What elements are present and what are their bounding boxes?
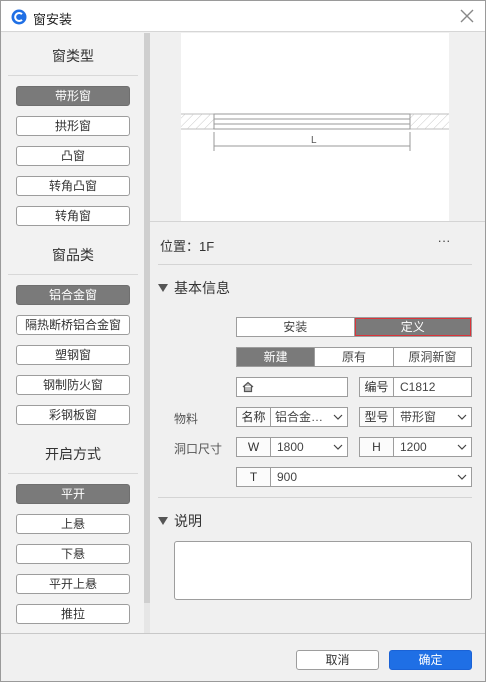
divider bbox=[8, 75, 138, 76]
opening-sliding[interactable]: 推拉 bbox=[16, 604, 130, 624]
close-icon[interactable] bbox=[457, 6, 477, 26]
category-sidebar: 窗类型 带形窗 拱形窗 凸窗 转角凸窗 转角窗 窗品类 铝合金窗 隔热断桥铝合金… bbox=[2, 33, 144, 633]
chevron-down-icon bbox=[453, 468, 471, 486]
mode-tabs: 安装 定义 bbox=[236, 317, 472, 337]
sill-height-label: T bbox=[237, 468, 271, 486]
properties-panel: L 位置：1F ··· 基本信息 安装 定义 新建 原有 原洞新窗 编号 C18 bbox=[150, 33, 485, 633]
divider bbox=[158, 264, 472, 265]
width-label: W bbox=[237, 438, 271, 456]
window-preview: L bbox=[181, 33, 449, 221]
chevron-down-icon bbox=[329, 408, 347, 426]
sill-height-value: 900 bbox=[277, 470, 298, 484]
section-title-opening-mode: 开启方式 bbox=[45, 446, 101, 462]
chevron-down-icon bbox=[329, 438, 347, 456]
basic-info-title: 基本信息 bbox=[174, 280, 230, 296]
material-name-label: 名称 bbox=[237, 408, 271, 426]
notes-textarea[interactable] bbox=[174, 541, 472, 600]
category-upvc[interactable]: 塑钢窗 bbox=[16, 345, 130, 365]
chevron-down-icon bbox=[453, 408, 471, 426]
collapse-triangle-icon bbox=[158, 517, 168, 525]
width-value: 1800 bbox=[277, 440, 304, 454]
sill-height-select[interactable]: T 900 bbox=[236, 467, 472, 487]
opening-casement[interactable]: 平开 bbox=[16, 484, 130, 504]
source-tabs: 新建 原有 原洞新窗 bbox=[236, 347, 472, 367]
number-label: 编号 bbox=[360, 378, 394, 396]
window-title: 窗安装 bbox=[33, 12, 73, 27]
height-value: 1200 bbox=[400, 440, 427, 454]
cancel-button[interactable]: 取消 bbox=[296, 650, 379, 670]
number-field[interactable]: 编号 C1812 bbox=[359, 377, 472, 397]
notes-header[interactable]: 说明 bbox=[158, 511, 202, 531]
window-type-strip[interactable]: 带形窗 bbox=[16, 86, 130, 106]
material-type-select[interactable]: 型号 带形窗 bbox=[359, 407, 472, 427]
window-type-arch[interactable]: 拱形窗 bbox=[16, 116, 130, 136]
confirm-button[interactable]: 确定 bbox=[389, 650, 472, 670]
tab-define[interactable]: 定义 bbox=[354, 318, 471, 336]
material-type-value: 带形窗 bbox=[400, 410, 437, 424]
divider bbox=[158, 497, 472, 498]
opening-bottom-hung[interactable]: 下悬 bbox=[16, 544, 130, 564]
tab-new[interactable]: 新建 bbox=[237, 348, 316, 366]
section-title-window-category: 窗品类 bbox=[52, 247, 94, 263]
dialog-window: 窗安装 窗类型 带形窗 拱形窗 凸窗 转角凸窗 转角窗 窗品类 铝合金窗 隔热断… bbox=[0, 0, 486, 682]
window-plan-drawing: L bbox=[181, 113, 449, 151]
more-options-button[interactable]: ··· bbox=[434, 233, 454, 249]
basic-info-header[interactable]: 基本信息 bbox=[158, 278, 230, 298]
divider bbox=[8, 473, 138, 474]
window-type-bay[interactable]: 凸窗 bbox=[16, 146, 130, 166]
tab-existing[interactable]: 原有 bbox=[315, 348, 394, 366]
divider bbox=[8, 274, 138, 275]
chevron-down-icon bbox=[453, 438, 471, 456]
material-name-value: 铝合金… bbox=[275, 410, 324, 424]
number-value: C1812 bbox=[400, 380, 436, 394]
category-steel-fireproof[interactable]: 钢制防火窗 bbox=[16, 375, 130, 395]
opening-top-hung[interactable]: 上悬 bbox=[16, 514, 130, 534]
category-thermal-break-aluminum[interactable]: 隔热断桥铝合金窗 bbox=[16, 315, 130, 335]
window-name-value bbox=[259, 378, 347, 396]
window-type-corner-bay[interactable]: 转角凸窗 bbox=[16, 176, 130, 196]
material-row-label: 物料 bbox=[174, 412, 199, 426]
window-name-field[interactable] bbox=[236, 377, 348, 397]
material-type-label: 型号 bbox=[360, 408, 394, 426]
position-label: 位置：1F bbox=[160, 239, 215, 254]
opening-size-row-label: 洞口尺寸 bbox=[174, 442, 223, 456]
opening-height-select[interactable]: H 1200 bbox=[359, 437, 472, 457]
category-color-steel[interactable]: 彩钢板窗 bbox=[16, 405, 130, 425]
dialog-footer: 取消 确定 bbox=[1, 633, 485, 681]
height-label: H bbox=[360, 438, 394, 456]
section-title-window-type: 窗类型 bbox=[52, 48, 94, 64]
title-bar: 窗安装 bbox=[1, 1, 485, 32]
app-logo-icon bbox=[11, 9, 27, 25]
window-type-corner[interactable]: 转角窗 bbox=[16, 206, 130, 226]
dimension-label: L bbox=[311, 135, 317, 146]
tab-new-in-existing-opening[interactable]: 原洞新窗 bbox=[394, 348, 471, 366]
opening-width-select[interactable]: W 1800 bbox=[236, 437, 348, 457]
category-aluminum[interactable]: 铝合金窗 bbox=[16, 285, 130, 305]
tab-install[interactable]: 安装 bbox=[237, 318, 355, 336]
notes-title: 说明 bbox=[174, 513, 202, 529]
material-name-select[interactable]: 名称 铝合金… bbox=[236, 407, 348, 427]
home-icon bbox=[237, 378, 259, 396]
divider bbox=[150, 221, 485, 222]
opening-tilt-turn[interactable]: 平开上悬 bbox=[16, 574, 130, 594]
collapse-triangle-icon bbox=[158, 284, 168, 292]
